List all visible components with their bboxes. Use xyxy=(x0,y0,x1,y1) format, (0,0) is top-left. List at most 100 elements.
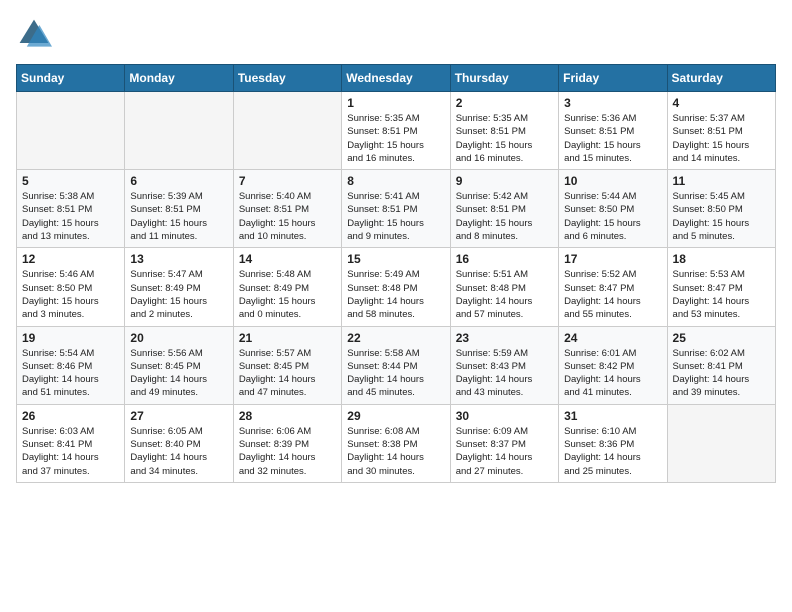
calendar-cell: 21 Sunrise: 5:57 AM Sunset: 8:45 PM Dayli… xyxy=(233,326,341,404)
cell-content: Sunrise: 5:45 AM Sunset: 8:50 PM Dayligh… xyxy=(673,190,770,243)
logo-icon xyxy=(16,16,52,52)
calendar-cell xyxy=(17,92,125,170)
day-number: 18 xyxy=(673,252,770,266)
calendar-cell xyxy=(233,92,341,170)
day-number: 16 xyxy=(456,252,553,266)
calendar-cell: 30Sunrise: 6:09 AM Sunset: 8:37 PM Dayli… xyxy=(450,404,558,482)
day-number: 20 xyxy=(130,331,227,345)
calendar-header-row: SundayMondayTuesdayWednesdayThursdayFrid… xyxy=(17,65,776,92)
week-row-2: 5Sunrise: 5:38 AM Sunset: 8:51 PM Daylig… xyxy=(17,170,776,248)
calendar-cell: 8Sunrise: 5:41 AM Sunset: 8:51 PM Daylig… xyxy=(342,170,450,248)
cell-content: Sunrise: 5:52 AM Sunset: 8:47 PM Dayligh… xyxy=(564,268,661,321)
week-row-5: 26 Sunrise: 6:03 AM Sunset: 8:41 PM Dayli… xyxy=(17,404,776,482)
calendar-cell: 26 Sunrise: 6:03 AM Sunset: 8:41 PM Dayli… xyxy=(17,404,125,482)
calendar-cell: 18 Sunrise: 5:53 AM Sunset: 8:47 PM Dayli… xyxy=(667,248,775,326)
calendar-cell: 31 Sunrise: 6:10 AM Sunset: 8:36 PM Dayli… xyxy=(559,404,667,482)
calendar-cell: 24 Sunrise: 6:01 AM Sunset: 8:42 PM Dayli… xyxy=(559,326,667,404)
day-number: 28 xyxy=(239,409,336,423)
calendar-cell: 16 Sunrise: 5:51 AM Sunset: 8:48 PM Dayli… xyxy=(450,248,558,326)
cell-content: Sunrise: 5:57 AM Sunset: 8:45 PM Dayligh… xyxy=(239,347,336,400)
day-header-thursday: Thursday xyxy=(450,65,558,92)
calendar-cell: 6Sunrise: 5:39 AM Sunset: 8:51 PM Daylig… xyxy=(125,170,233,248)
calendar-cell xyxy=(667,404,775,482)
cell-content: Sunrise: 6:03 AM Sunset: 8:41 PM Dayligh… xyxy=(22,425,119,478)
calendar-cell: 17 Sunrise: 5:52 AM Sunset: 8:47 PM Dayli… xyxy=(559,248,667,326)
cell-content: Sunrise: 5:40 AM Sunset: 8:51 PM Dayligh… xyxy=(239,190,336,243)
cell-content: Sunrise: 5:47 AM Sunset: 8:49 PM Dayligh… xyxy=(130,268,227,321)
day-header-saturday: Saturday xyxy=(667,65,775,92)
day-number: 19 xyxy=(22,331,119,345)
cell-content: Sunrise: 6:09 AM Sunset: 8:37 PM Dayligh… xyxy=(456,425,553,478)
cell-content: Sunrise: 6:10 AM Sunset: 8:36 PM Dayligh… xyxy=(564,425,661,478)
day-number: 5 xyxy=(22,174,119,188)
day-header-friday: Friday xyxy=(559,65,667,92)
calendar-cell: 3 Sunrise: 5:36 AM Sunset: 8:51 PM Daylig… xyxy=(559,92,667,170)
day-number: 25 xyxy=(673,331,770,345)
calendar-cell: 15 Sunrise: 5:49 AM Sunset: 8:48 PM Dayli… xyxy=(342,248,450,326)
day-header-sunday: Sunday xyxy=(17,65,125,92)
cell-content: Sunrise: 5:48 AM Sunset: 8:49 PM Dayligh… xyxy=(239,268,336,321)
cell-content: Sunrise: 6:06 AM Sunset: 8:39 PM Dayligh… xyxy=(239,425,336,478)
calendar-cell: 13 Sunrise: 5:47 AM Sunset: 8:49 PM Dayli… xyxy=(125,248,233,326)
day-number: 6 xyxy=(130,174,227,188)
calendar-cell: 29 Sunrise: 6:08 AM Sunset: 8:38 PM Dayli… xyxy=(342,404,450,482)
day-number: 31 xyxy=(564,409,661,423)
day-number: 9 xyxy=(456,174,553,188)
day-number: 14 xyxy=(239,252,336,266)
cell-content: Sunrise: 6:01 AM Sunset: 8:42 PM Dayligh… xyxy=(564,347,661,400)
calendar-cell: 4 Sunrise: 5:37 AM Sunset: 8:51 PM Daylig… xyxy=(667,92,775,170)
cell-content: Sunrise: 5:35 AM Sunset: 8:51 PM Dayligh… xyxy=(347,112,444,165)
day-number: 17 xyxy=(564,252,661,266)
day-number: 26 xyxy=(22,409,119,423)
cell-content: Sunrise: 5:49 AM Sunset: 8:48 PM Dayligh… xyxy=(347,268,444,321)
calendar: SundayMondayTuesdayWednesdayThursdayFrid… xyxy=(16,64,776,483)
week-row-4: 19 Sunrise: 5:54 AM Sunset: 8:46 PM Dayli… xyxy=(17,326,776,404)
day-number: 23 xyxy=(456,331,553,345)
day-number: 2 xyxy=(456,96,553,110)
cell-content: Sunrise: 5:37 AM Sunset: 8:51 PM Dayligh… xyxy=(673,112,770,165)
day-number: 8 xyxy=(347,174,444,188)
day-number: 12 xyxy=(22,252,119,266)
day-number: 4 xyxy=(673,96,770,110)
day-number: 3 xyxy=(564,96,661,110)
day-header-wednesday: Wednesday xyxy=(342,65,450,92)
day-number: 11 xyxy=(673,174,770,188)
day-number: 15 xyxy=(347,252,444,266)
day-number: 27 xyxy=(130,409,227,423)
cell-content: Sunrise: 6:08 AM Sunset: 8:38 PM Dayligh… xyxy=(347,425,444,478)
day-number: 13 xyxy=(130,252,227,266)
calendar-cell: 11 Sunrise: 5:45 AM Sunset: 8:50 PM Dayli… xyxy=(667,170,775,248)
cell-content: Sunrise: 6:02 AM Sunset: 8:41 PM Dayligh… xyxy=(673,347,770,400)
cell-content: Sunrise: 5:56 AM Sunset: 8:45 PM Dayligh… xyxy=(130,347,227,400)
cell-content: Sunrise: 5:44 AM Sunset: 8:50 PM Dayligh… xyxy=(564,190,661,243)
calendar-cell: 5Sunrise: 5:38 AM Sunset: 8:51 PM Daylig… xyxy=(17,170,125,248)
calendar-cell: 28 Sunrise: 6:06 AM Sunset: 8:39 PM Dayli… xyxy=(233,404,341,482)
calendar-cell: 22Sunrise: 5:58 AM Sunset: 8:44 PM Dayli… xyxy=(342,326,450,404)
cell-content: Sunrise: 5:59 AM Sunset: 8:43 PM Dayligh… xyxy=(456,347,553,400)
calendar-cell: 7 Sunrise: 5:40 AM Sunset: 8:51 PM Daylig… xyxy=(233,170,341,248)
day-number: 22 xyxy=(347,331,444,345)
calendar-cell: 9Sunrise: 5:42 AM Sunset: 8:51 PM Daylig… xyxy=(450,170,558,248)
day-number: 21 xyxy=(239,331,336,345)
week-row-3: 12Sunrise: 5:46 AM Sunset: 8:50 PM Dayli… xyxy=(17,248,776,326)
day-number: 1 xyxy=(347,96,444,110)
calendar-cell: 20 Sunrise: 5:56 AM Sunset: 8:45 PM Dayli… xyxy=(125,326,233,404)
day-number: 24 xyxy=(564,331,661,345)
week-row-1: 1 Sunrise: 5:35 AM Sunset: 8:51 PM Daylig… xyxy=(17,92,776,170)
page-header xyxy=(16,16,776,52)
cell-content: Sunrise: 5:53 AM Sunset: 8:47 PM Dayligh… xyxy=(673,268,770,321)
day-header-monday: Monday xyxy=(125,65,233,92)
calendar-cell: 19 Sunrise: 5:54 AM Sunset: 8:46 PM Dayli… xyxy=(17,326,125,404)
day-number: 7 xyxy=(239,174,336,188)
calendar-cell: 10Sunrise: 5:44 AM Sunset: 8:50 PM Dayli… xyxy=(559,170,667,248)
calendar-cell: 12Sunrise: 5:46 AM Sunset: 8:50 PM Dayli… xyxy=(17,248,125,326)
day-number: 29 xyxy=(347,409,444,423)
calendar-cell: 23 Sunrise: 5:59 AM Sunset: 8:43 PM Dayli… xyxy=(450,326,558,404)
calendar-cell: 27 Sunrise: 6:05 AM Sunset: 8:40 PM Dayli… xyxy=(125,404,233,482)
cell-content: Sunrise: 6:05 AM Sunset: 8:40 PM Dayligh… xyxy=(130,425,227,478)
logo xyxy=(16,16,56,52)
cell-content: Sunrise: 5:51 AM Sunset: 8:48 PM Dayligh… xyxy=(456,268,553,321)
cell-content: Sunrise: 5:36 AM Sunset: 8:51 PM Dayligh… xyxy=(564,112,661,165)
cell-content: Sunrise: 5:54 AM Sunset: 8:46 PM Dayligh… xyxy=(22,347,119,400)
calendar-cell: 1 Sunrise: 5:35 AM Sunset: 8:51 PM Daylig… xyxy=(342,92,450,170)
